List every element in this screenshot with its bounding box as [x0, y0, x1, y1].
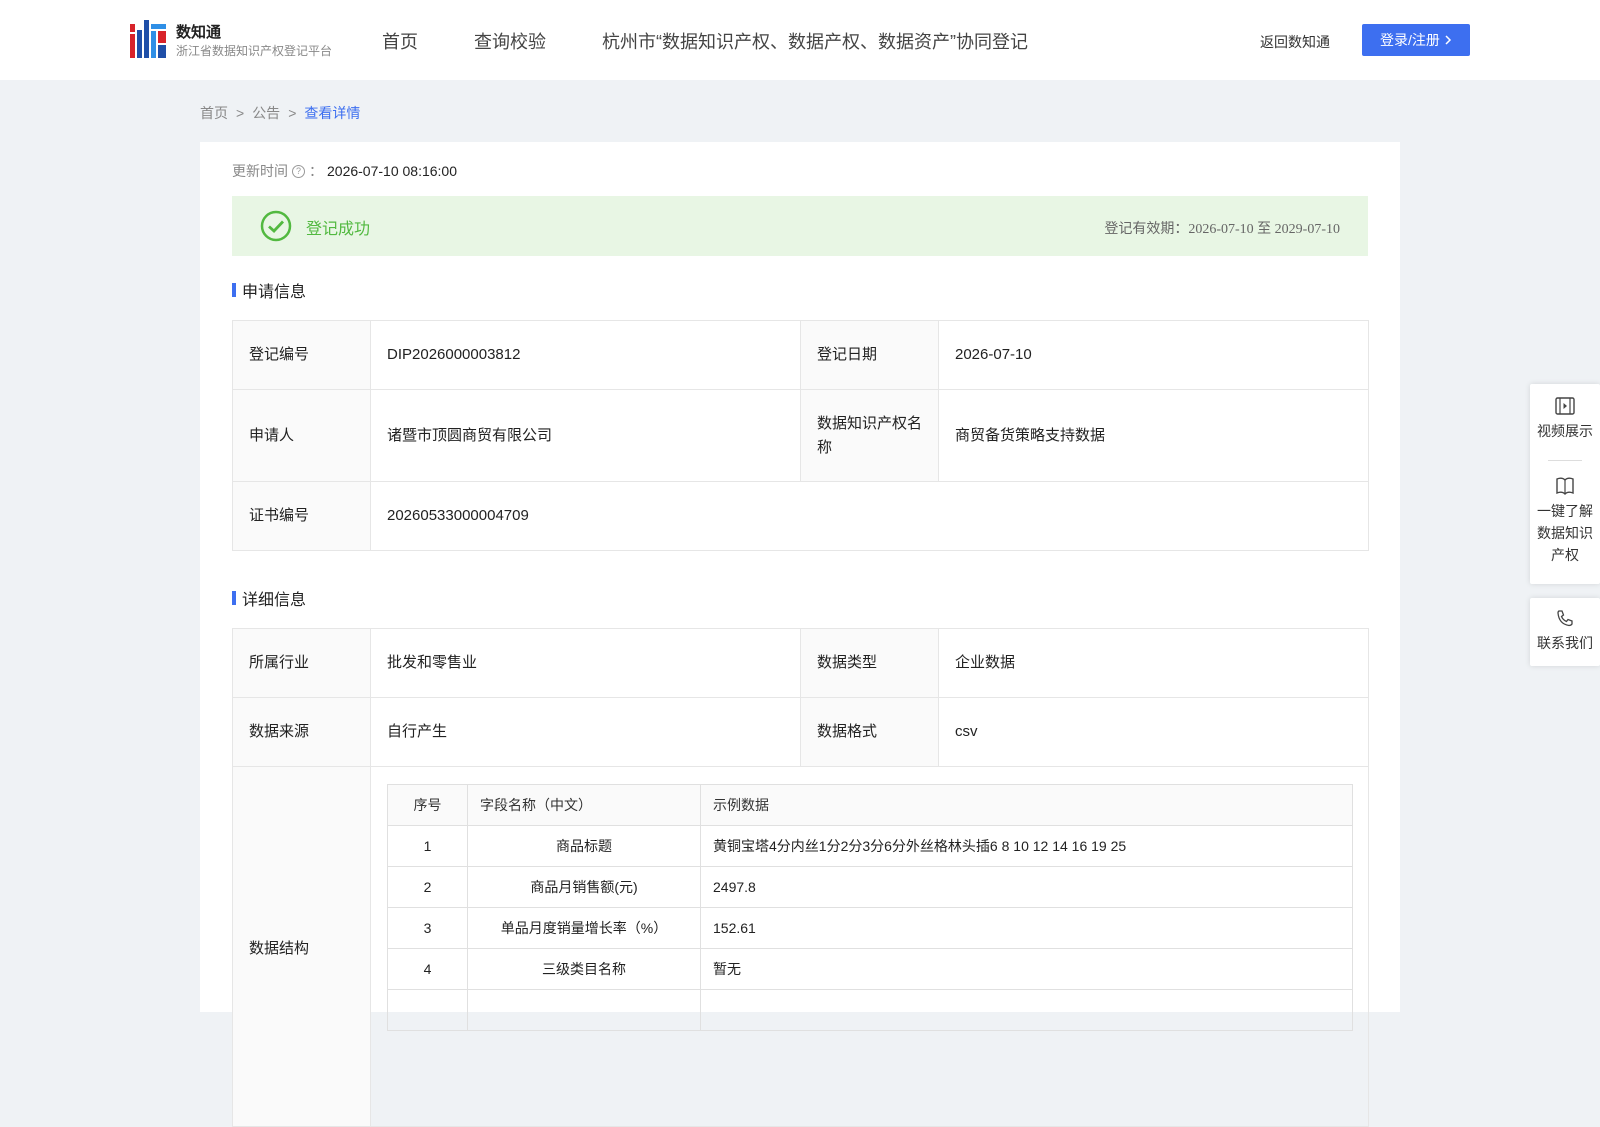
video-showcase-button[interactable]: 视频展示 — [1530, 396, 1600, 442]
reg-date-value: 2026-07-10 — [938, 320, 1369, 390]
table-row: 1 商品标题 黄铜宝塔4分内丝1分2分3分6分外丝格林头插6 8 10 12 1… — [387, 825, 1353, 867]
table-row: 2 商品月销售额(元) 2497.8 — [387, 866, 1353, 908]
apply-info-table: 登记编号 DIP2026000003812 登记日期 2026-07-10 申请… — [232, 320, 1369, 551]
applicant-value: 诸暨市顶圆商贸有限公司 — [370, 389, 801, 482]
industry-label: 所属行业 — [232, 628, 371, 698]
field-no: 1 — [387, 825, 468, 867]
update-time-value: 2026-07-10 08:16:00 — [327, 163, 457, 179]
table-row: 申请人 诸暨市顶圆商贸有限公司 数据知识产权名称 商贸备货策略支持数据 — [232, 389, 1369, 482]
chevron-right-icon — [1445, 35, 1451, 45]
data-type-value: 企业数据 — [938, 628, 1369, 698]
section-title-apply: 申请信息 — [232, 278, 306, 302]
reg-no-value: DIP2026000003812 — [370, 320, 801, 390]
brand-logo[interactable] — [130, 20, 166, 58]
industry-value: 批发和零售业 — [370, 628, 801, 698]
section-accent-bar — [232, 591, 236, 605]
brand-subtitle: 浙江省数据知识产权登记平台 — [176, 44, 333, 58]
back-to-shuzhitong-link[interactable]: 返回数知通 — [1260, 32, 1330, 52]
detail-card: 更新时间 ? ： 2026-07-10 08:16:00 登记成功 登记有效期：… — [200, 142, 1400, 1127]
breadcrumb-separator: > — [288, 105, 297, 121]
question-icon[interactable]: ? — [292, 164, 305, 178]
nav-home[interactable]: 首页 — [382, 28, 418, 54]
login-register-label: 登录/注册 — [1380, 32, 1440, 48]
field-name: 商品标题 — [467, 825, 701, 867]
table-row: 数据结构 序号 字段名称（中文） 示例数据 1 商品标题 黄铜宝塔4分内丝1分2… — [232, 766, 1369, 1127]
registration-status-banner: 登记成功 登记有效期：2026-07-10 至 2029-07-10 — [232, 196, 1368, 256]
table-row: 证书编号 20260533000004709 — [232, 481, 1369, 551]
field-no: 3 — [387, 907, 468, 949]
table-row — [387, 989, 1353, 1031]
detail-info-table: 所属行业 批发和零售业 数据类型 企业数据 数据来源 自行产生 数据格式 csv… — [232, 628, 1369, 1127]
data-format-value: csv — [938, 697, 1369, 767]
data-source-value: 自行产生 — [370, 697, 801, 767]
ip-name-label: 数据知识产权名称 — [800, 389, 939, 482]
field-table: 序号 字段名称（中文） 示例数据 1 商品标题 黄铜宝塔4分内丝1分2分3分6分… — [387, 784, 1353, 1031]
update-time: 更新时间 ? ： 2026-07-10 08:16:00 — [232, 161, 457, 181]
video-showcase-label: 视频展示 — [1537, 423, 1593, 439]
table-row: 数据来源 自行产生 数据格式 csv — [232, 697, 1369, 767]
validity-period: 登记有效期：2026-07-10 至 2029-07-10 — [1104, 222, 1340, 237]
table-row: 登记编号 DIP2026000003812 登记日期 2026-07-10 — [232, 320, 1369, 390]
data-type-label: 数据类型 — [800, 628, 939, 698]
field-name: 商品月销售额(元) — [467, 866, 701, 908]
reg-date-label: 登记日期 — [800, 320, 939, 390]
nav-query-verify[interactable]: 查询校验 — [474, 28, 546, 54]
side-panel-contact: 联系我们 — [1530, 598, 1600, 666]
side-panel-top: 视频展示 一键了解数据知识产权 — [1530, 384, 1600, 584]
learn-data-ip-button[interactable]: 一键了解数据知识产权 — [1534, 476, 1596, 566]
cert-no-label: 证书编号 — [232, 481, 371, 551]
breadcrumb-current: 查看详情 — [304, 105, 361, 121]
book-icon — [1556, 477, 1574, 495]
learn-data-ip-label: 一键了解数据知识产权 — [1537, 503, 1593, 563]
field-sample: 黄铜宝塔4分内丝1分2分3分6分外丝格林头插6 8 10 12 14 16 19… — [700, 825, 1353, 867]
section-title-detail: 详细信息 — [232, 586, 306, 610]
breadcrumb-separator: > — [236, 105, 245, 121]
side-divider — [1548, 460, 1582, 461]
login-register-button[interactable]: 登录/注册 — [1362, 24, 1470, 56]
field-sample: 暂无 — [700, 948, 1353, 990]
reg-no-label: 登记编号 — [232, 320, 371, 390]
table-row: 所属行业 批发和零售业 数据类型 企业数据 — [232, 628, 1369, 698]
data-source-label: 数据来源 — [232, 697, 371, 767]
field-sample: 152.61 — [700, 907, 1353, 949]
field-table-header: 序号 字段名称（中文） 示例数据 — [387, 784, 1353, 826]
nav-hangzhou-collab-registration[interactable]: 杭州市“数据知识产权、数据产权、数据资产”协同登记 — [602, 28, 1028, 54]
field-no: 2 — [387, 866, 468, 908]
table-row: 3 单品月度销量增长率（%） 152.61 — [387, 907, 1353, 949]
video-icon — [1555, 397, 1575, 415]
ip-name-value: 商贸备货策略支持数据 — [938, 389, 1369, 482]
field-name: 单品月度销量增长率（%） — [467, 907, 701, 949]
field-name: 三级类目名称 — [467, 948, 701, 990]
status-text: 登记成功 — [306, 221, 371, 238]
col-header-no: 序号 — [387, 784, 468, 826]
field-name — [467, 989, 701, 1031]
top-header: 数知通 浙江省数据知识产权登记平台 首页 查询校验 杭州市“数据知识产权、数据产… — [0, 0, 1600, 80]
contact-us-button[interactable]: 联系我们 — [1530, 608, 1600, 654]
data-format-label: 数据格式 — [800, 697, 939, 767]
col-header-sample: 示例数据 — [700, 784, 1353, 826]
section-title-apply-text: 申请信息 — [242, 284, 307, 301]
update-time-colon: ： — [309, 163, 323, 179]
cert-no-value: 20260533000004709 — [370, 481, 1369, 551]
applicant-label: 申请人 — [232, 389, 371, 482]
col-header-field-name: 字段名称（中文） — [467, 784, 701, 826]
field-sample — [700, 989, 1353, 1031]
section-title-detail-text: 详细信息 — [242, 592, 307, 609]
breadcrumb-home[interactable]: 首页 — [200, 105, 228, 121]
section-accent-bar — [232, 283, 236, 297]
check-circle-icon — [260, 210, 292, 242]
data-structure-label: 数据结构 — [232, 766, 371, 1127]
field-sample: 2497.8 — [700, 866, 1353, 908]
table-row: 4 三级类目名称 暂无 — [387, 948, 1353, 990]
breadcrumb: 首页 > 公告 > 查看详情 — [200, 103, 360, 123]
update-time-label: 更新时间 — [232, 163, 288, 179]
phone-icon — [1557, 610, 1573, 627]
contact-us-label: 联系我们 — [1537, 635, 1593, 651]
field-no: 4 — [387, 948, 468, 990]
brand-name: 数知通 — [176, 24, 222, 41]
field-no — [387, 989, 468, 1031]
data-structure-cell: 序号 字段名称（中文） 示例数据 1 商品标题 黄铜宝塔4分内丝1分2分3分6分… — [370, 766, 1369, 1127]
breadcrumb-notice[interactable]: 公告 — [252, 105, 280, 121]
